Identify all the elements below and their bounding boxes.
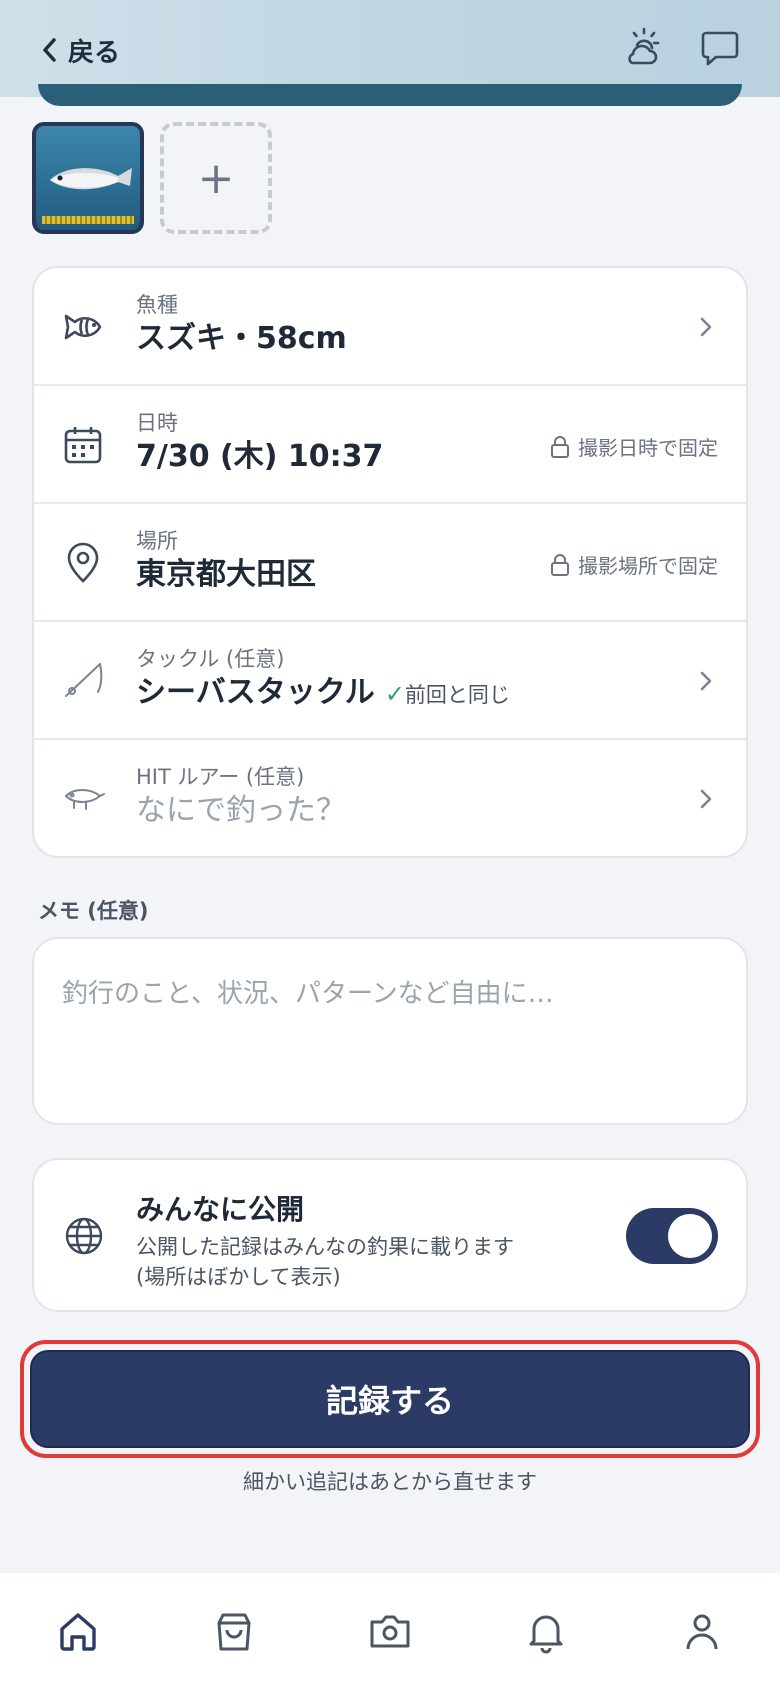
datetime-lock-note: 撮影日時で固定 — [550, 432, 718, 461]
toggle-knob — [668, 1214, 712, 1258]
public-share-card: みんなに公開 公開した記録はみんなの釣果に載ります (場所はぼかして表示) — [32, 1158, 748, 1312]
tackle-value: シーバスタックル — [136, 675, 375, 710]
chevron-right-icon — [700, 671, 712, 691]
fish-icon — [64, 314, 102, 340]
memo-placeholder: 釣行のこと、状況、パターンなど自由に… — [62, 979, 554, 1009]
species-value: スズキ・58cm — [136, 321, 347, 356]
tab-profile[interactable] — [624, 1573, 780, 1688]
catch-details-card: 魚種 スズキ・58cm 日時 7/30 (木) 10:37 撮影日時で固定 場所… — [32, 266, 748, 858]
top-bar: 戻る — [0, 0, 780, 106]
bottom-tab-bar — [0, 1573, 780, 1688]
tab-home[interactable] — [0, 1573, 156, 1688]
lock-icon — [551, 553, 569, 576]
user-icon — [686, 1614, 718, 1649]
location-row: 場所 東京都大田区 撮影場所で固定 — [34, 504, 746, 622]
location-lock-note: 撮影場所で固定 — [550, 550, 718, 579]
fishing-rod-icon — [65, 663, 103, 697]
catch-photo-thumbnail[interactable] — [32, 122, 144, 234]
check-icon: ✓ — [384, 680, 405, 708]
chevron-left-icon — [43, 38, 56, 62]
location-label: 場所 — [136, 529, 178, 553]
fish-photo-image — [50, 168, 132, 190]
datetime-row: 日時 7/30 (木) 10:37 撮影日時で固定 — [34, 386, 746, 504]
bell-icon — [529, 1615, 563, 1653]
tab-shop[interactable] — [156, 1573, 312, 1688]
measuring-ruler — [42, 216, 134, 224]
datetime-value: 7/30 (木) 10:37 — [136, 439, 384, 474]
datetime-label: 日時 — [136, 411, 178, 435]
memo-textarea[interactable]: 釣行のこと、状況、パターンなど自由に… — [32, 937, 748, 1125]
map-pin-icon — [67, 542, 99, 583]
record-button[interactable]: 記録する — [30, 1350, 750, 1448]
same-as-last-note: ✓前回と同じ — [384, 680, 510, 708]
photo-strip: + — [32, 122, 272, 234]
location-lock-text: 撮影場所で固定 — [578, 554, 718, 578]
camera-icon — [370, 1615, 410, 1647]
datetime-lock-text: 撮影日時で固定 — [578, 436, 718, 460]
edit-later-note: 細かい追記はあとから直せます — [243, 1470, 537, 1494]
globe-icon — [65, 1217, 103, 1255]
header-image-strip — [38, 84, 742, 106]
public-toggle[interactable] — [626, 1208, 718, 1264]
submit-highlight: 記録する — [20, 1340, 760, 1458]
lure-label: HIT ルアー (任意) — [136, 765, 305, 789]
same-as-last-text: 前回と同じ — [404, 683, 510, 707]
plus-icon: + — [197, 152, 235, 204]
lock-icon — [551, 435, 569, 458]
home-icon — [60, 1612, 96, 1651]
tackle-label: タックル (任意) — [136, 647, 285, 671]
lure-row[interactable]: HIT ルアー (任意) なにで釣った？ — [34, 740, 746, 858]
lure-icon — [64, 789, 105, 810]
public-description: 公開した記録はみんなの釣果に載ります (場所はぼかして表示) — [136, 1232, 556, 1292]
shopping-bag-icon — [217, 1613, 251, 1650]
public-description-line1: 公開した記録はみんなの釣果に載ります — [136, 1235, 514, 1259]
location-value: 東京都大田区 — [136, 557, 316, 592]
species-row[interactable]: 魚種 スズキ・58cm — [34, 268, 746, 386]
tab-camera[interactable] — [312, 1573, 468, 1688]
calendar-icon — [64, 427, 102, 464]
sun-cloud-icon[interactable] — [620, 25, 664, 69]
lure-placeholder: なにで釣った？ — [136, 793, 346, 828]
chevron-right-icon — [700, 317, 712, 337]
tackle-row[interactable]: タックル (任意) シーバスタックル ✓前回と同じ — [34, 622, 746, 740]
tackle-value-line: シーバスタックル ✓前回と同じ — [136, 672, 510, 716]
public-title: みんなに公開 — [136, 1193, 305, 1226]
tab-notifications[interactable] — [468, 1573, 624, 1688]
species-label: 魚種 — [136, 293, 178, 317]
add-photo-button[interactable]: + — [160, 122, 272, 234]
back-label: 戻る — [68, 37, 121, 68]
back-button[interactable]: 戻る — [40, 30, 120, 70]
chevron-right-icon — [700, 789, 712, 809]
chat-bubble-icon[interactable] — [698, 25, 742, 69]
memo-label: メモ (任意) — [38, 899, 149, 923]
public-description-line2: (場所はぼかして表示) — [136, 1265, 341, 1289]
